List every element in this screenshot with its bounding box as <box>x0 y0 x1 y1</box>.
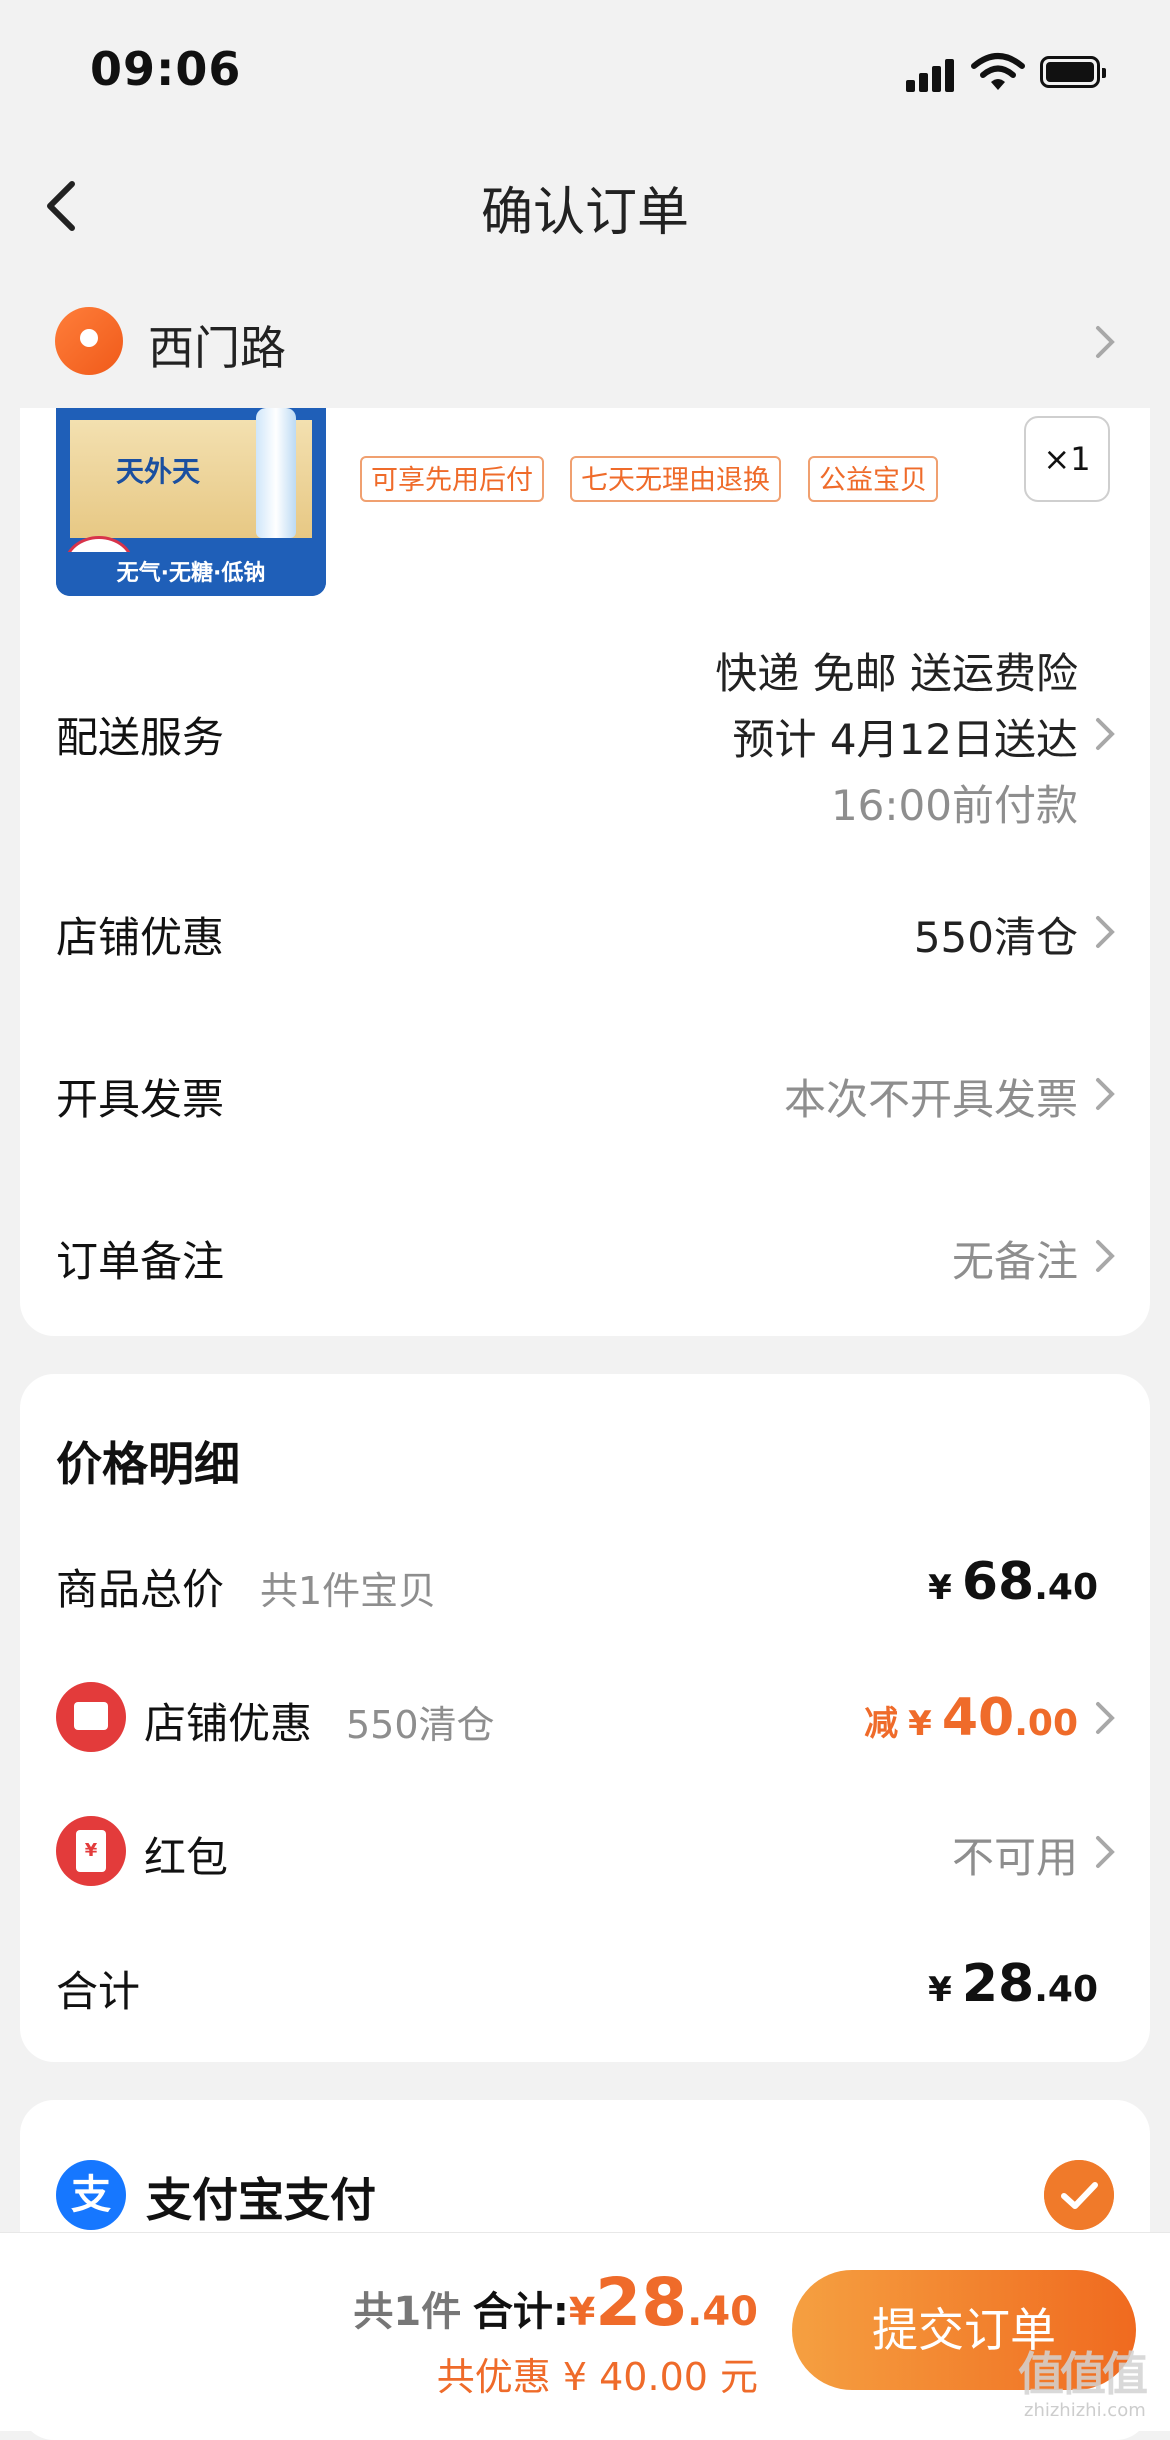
shop-discount-detail-label: 店铺优惠 <box>144 1699 313 1748</box>
checkmark-icon[interactable] <box>1044 2160 1114 2230</box>
red-packet-label: 红包 <box>144 1833 229 1882</box>
chevron-right-icon[interactable] <box>1092 714 1118 754</box>
bottom-count: 共1件 <box>353 2289 462 2335</box>
total-price: ¥28.40 <box>928 1954 1098 2014</box>
order-note-label: 订单备注 <box>56 1237 225 1286</box>
shop-discount-label: 店铺优惠 <box>56 913 225 962</box>
location-pin-icon <box>55 307 123 375</box>
goods-total-price: ¥68.40 <box>928 1552 1098 1612</box>
page-title: 确认订单 <box>480 183 689 243</box>
quantity-button[interactable]: ×1 <box>1024 416 1110 502</box>
bottom-saving: 共优惠 ¥ 40.00 元 <box>436 2355 758 2399</box>
address-text[interactable]: 西门路 <box>148 312 286 378</box>
invoice-label: 开具发票 <box>56 1075 225 1124</box>
delivery-eta[interactable]: 预计 4月12日送达 <box>732 706 1078 767</box>
red-packet-icon: ¥ <box>56 1816 126 1886</box>
chevron-right-icon[interactable] <box>1092 1236 1118 1276</box>
chevron-right-icon[interactable] <box>1092 322 1118 362</box>
shop-discount-amount[interactable]: 减 ¥40.00 <box>864 1688 1078 1748</box>
payment-method-label[interactable]: 支付宝支付 <box>146 2164 376 2230</box>
watermark-logo: 值值值 <box>1018 2347 1148 2401</box>
watermark-url: zhizhizhi.com <box>1024 2400 1146 2421</box>
tag-pay-later: 可享先用后付 <box>360 456 544 502</box>
alipay-icon: 支 <box>56 2160 126 2230</box>
tag-charity: 公益宝贝 <box>808 456 938 502</box>
delivery-method[interactable]: 快递 免邮 送运费险 <box>715 640 1078 701</box>
chevron-right-icon[interactable] <box>1092 1698 1118 1738</box>
order-note-value[interactable]: 无备注 <box>952 1228 1078 1289</box>
bottom-total: 共1件 合计:¥28.40 <box>353 2264 758 2341</box>
battery-icon <box>1040 56 1106 88</box>
total-label: 合计 <box>56 1967 141 2016</box>
price-detail-title: 价格明细 <box>56 1437 240 1491</box>
tag-seven-day-return: 七天无理由退换 <box>570 456 781 502</box>
chevron-right-icon[interactable] <box>1092 912 1118 952</box>
invoice-value[interactable]: 本次不开具发票 <box>784 1066 1078 1127</box>
status-time: 09:06 <box>90 42 242 96</box>
red-packet-value[interactable]: 不可用 <box>952 1824 1078 1885</box>
delivery-label: 配送服务 <box>56 713 225 762</box>
delivery-pay-deadline: 16:00前付款 <box>830 781 1078 830</box>
product-image[interactable]: 天外天 68.4 无气·无糖·低钠 <box>56 408 326 596</box>
goods-total-label: 商品总价 <box>56 1565 225 1614</box>
shop-discount-value[interactable]: 550清仓 <box>914 904 1078 965</box>
cellular-signal-icon <box>906 58 956 92</box>
chevron-right-icon[interactable] <box>1092 1074 1118 1114</box>
goods-count: 共1件宝贝 <box>260 1569 437 1613</box>
shop-icon <box>56 1682 126 1752</box>
chevron-right-icon[interactable] <box>1092 1832 1118 1872</box>
shop-discount-detail-sub: 550清仓 <box>346 1703 495 1747</box>
wifi-icon <box>971 53 1025 90</box>
